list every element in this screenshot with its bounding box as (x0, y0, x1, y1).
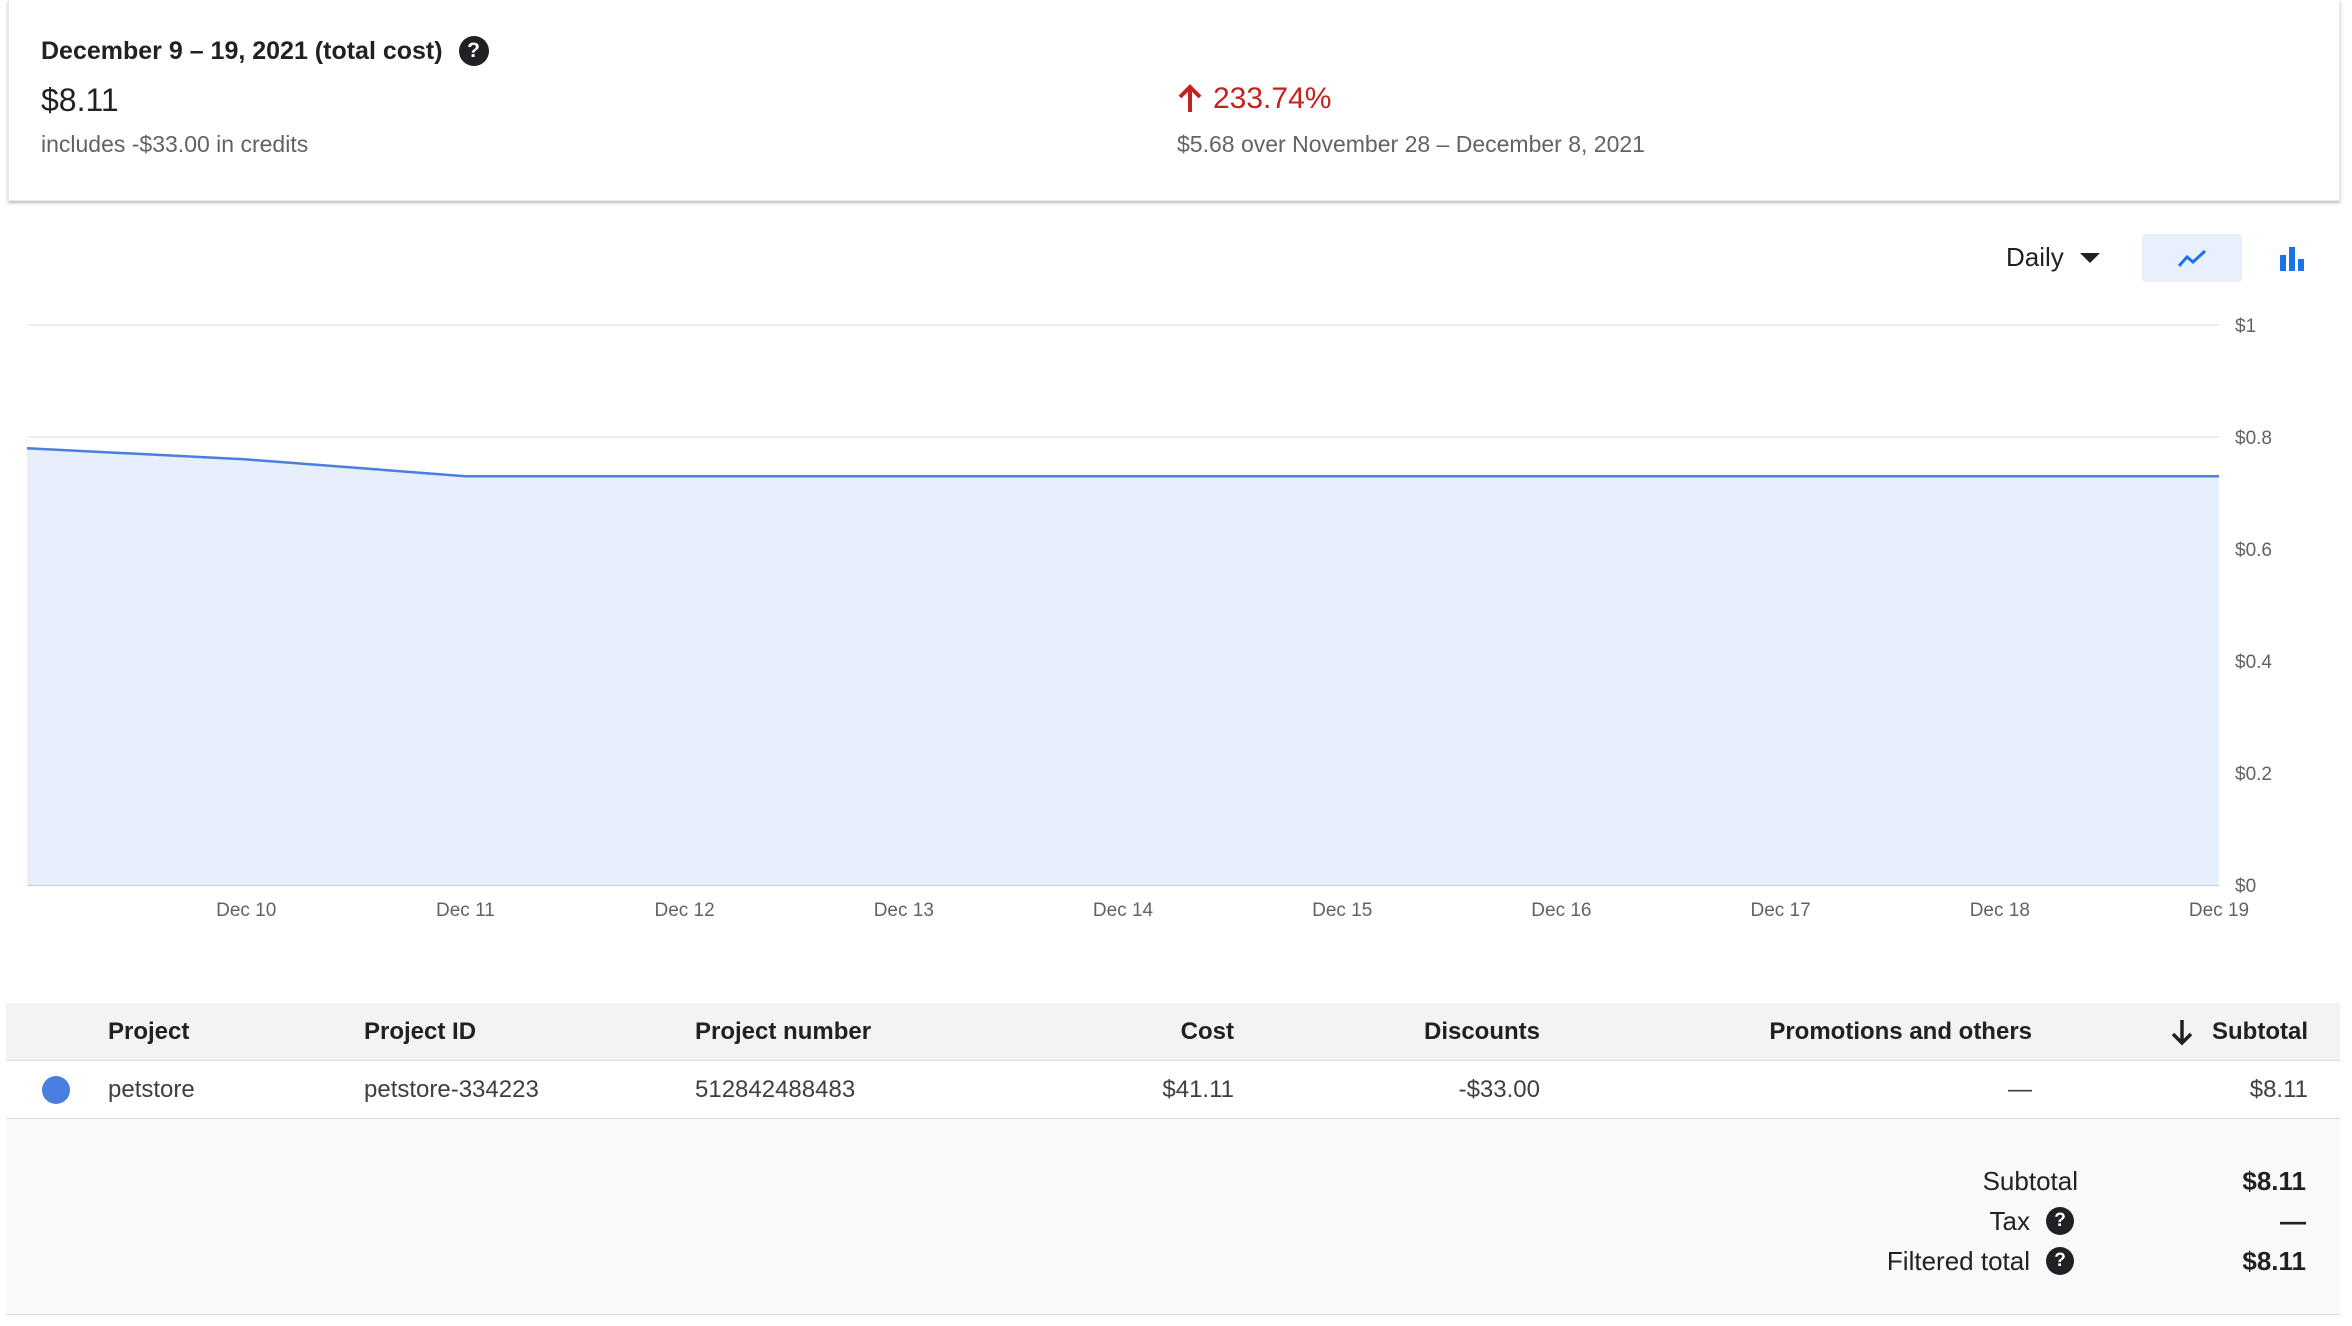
tax-value: — (2280, 1206, 2306, 1236)
x-tick-label: Dec 15 (1312, 900, 1372, 921)
filtered-total-value: $8.11 (2242, 1246, 2306, 1276)
header-subtotal[interactable]: Subtotal (2170, 1003, 2308, 1061)
subtotal-label: Subtotal (1983, 1161, 2078, 1201)
x-tick-label: Dec 11 (436, 900, 495, 921)
x-tick-label: Dec 12 (654, 900, 714, 921)
header-project-id[interactable]: Project ID (364, 1003, 476, 1061)
cell-promotions: — (2008, 1076, 2032, 1103)
filtered-total-label: Filtered total ? (1887, 1241, 2074, 1281)
cell-cost: $41.11 (1162, 1076, 1234, 1103)
cell-project-number: 512842488483 (695, 1076, 856, 1103)
cost-area-fill (27, 448, 2219, 885)
change-percent: 233.74% (1213, 82, 1332, 115)
bar-chart-toggle[interactable] (2268, 234, 2316, 282)
bar-chart-icon (2280, 247, 2304, 271)
header-cost[interactable]: Cost (1006, 1003, 1234, 1061)
tax-row: Tax ? — (6, 1201, 2340, 1241)
header-project[interactable]: Project (108, 1003, 189, 1061)
tax-help-icon[interactable]: ? (2046, 1207, 2074, 1235)
cell-subtotal: $8.11 (2249, 1076, 2308, 1103)
x-tick-label: Dec 10 (216, 900, 276, 921)
filtered-total-help-icon[interactable]: ? (2046, 1247, 2074, 1275)
y-tick-label: $0 (2235, 876, 2256, 897)
period-dropdown[interactable]: Daily (2006, 242, 2100, 273)
subtotal-label-text: Subtotal (1982, 1165, 2078, 1196)
sort-descending-icon (2171, 1020, 2193, 1046)
dropdown-caret-icon (2079, 252, 2100, 263)
chart-controls: Daily (0, 234, 2352, 284)
tax-label-text: Tax (1989, 1205, 2030, 1236)
summary-title-row: December 9 – 19, 2021 (total cost) ? (41, 36, 489, 66)
x-tick-label: Dec 13 (874, 900, 934, 921)
table-row[interactable]: petstore petstore-334223 512842488483 $4… (6, 1061, 2340, 1119)
total-cost-amount: $8.11 (41, 82, 119, 118)
tax-label: Tax ? (1990, 1201, 2074, 1241)
summary-title: December 9 – 19, 2021 (total cost) (41, 36, 443, 65)
arrow-up-icon (1178, 84, 1202, 112)
subtotal-row: Subtotal $8.11 (6, 1161, 2340, 1201)
project-cost-table: Project Project ID Project number Cost D… (6, 1003, 2340, 1119)
header-project-number[interactable]: Project number (695, 1003, 871, 1061)
cell-discounts: -$33.00 (1458, 1076, 1540, 1103)
x-tick-label: Dec 18 (1970, 900, 2030, 921)
totals-panel: Subtotal $8.11 Tax ? — Filtered total ? … (6, 1119, 2340, 1315)
credits-note: includes -$33.00 in credits (41, 131, 309, 157)
line-chart-icon (2177, 249, 2207, 267)
filtered-total-label-text: Filtered total (1886, 1245, 2030, 1276)
x-tick-label: Dec 16 (1531, 900, 1591, 921)
y-tick-label: $0.8 (2235, 428, 2272, 449)
x-tick-label: Dec 14 (1093, 900, 1154, 921)
x-tick-label: Dec 19 (2189, 900, 2249, 921)
cost-area-chart: $0 $0.2 $0.4 $0.6 $0.8 $1 Dec 10 Dec 11 Dec 12 D… (26, 316, 2272, 921)
y-tick-label: $0.6 (2235, 540, 2272, 561)
y-tick-label: $0.2 (2235, 764, 2272, 785)
subtotal-value: $8.11 (2242, 1166, 2306, 1196)
line-chart-toggle[interactable] (2142, 234, 2242, 282)
project-color-dot (42, 1076, 70, 1104)
header-promotions[interactable]: Promotions and others (1646, 1003, 2032, 1061)
filtered-total-row: Filtered total ? $8.11 (6, 1241, 2340, 1281)
y-tick-label: $1 (2235, 316, 2256, 337)
cost-summary-card: December 9 – 19, 2021 (total cost) ? $8.… (8, 0, 2340, 201)
cell-project-id: petstore-334223 (364, 1076, 539, 1103)
y-tick-label: $0.4 (2235, 652, 2272, 673)
header-subtotal-label: Subtotal (2212, 1018, 2308, 1045)
cost-chart: $0 $0.2 $0.4 $0.6 $0.8 $1 Dec 10 Dec 11 Dec 12 D… (0, 300, 2352, 930)
help-icon[interactable]: ? (458, 36, 489, 66)
cell-project: petstore (108, 1076, 195, 1103)
period-dropdown-label: Daily (2006, 242, 2064, 272)
header-discounts[interactable]: Discounts (1306, 1003, 1540, 1061)
previous-period-cost: $5.68 over November 28 – December 8, 202… (1177, 131, 1645, 157)
table-header: Project Project ID Project number Cost D… (6, 1003, 2340, 1061)
cost-change: 233.74% (1177, 82, 1331, 116)
x-tick-label: Dec 17 (1750, 900, 1810, 921)
